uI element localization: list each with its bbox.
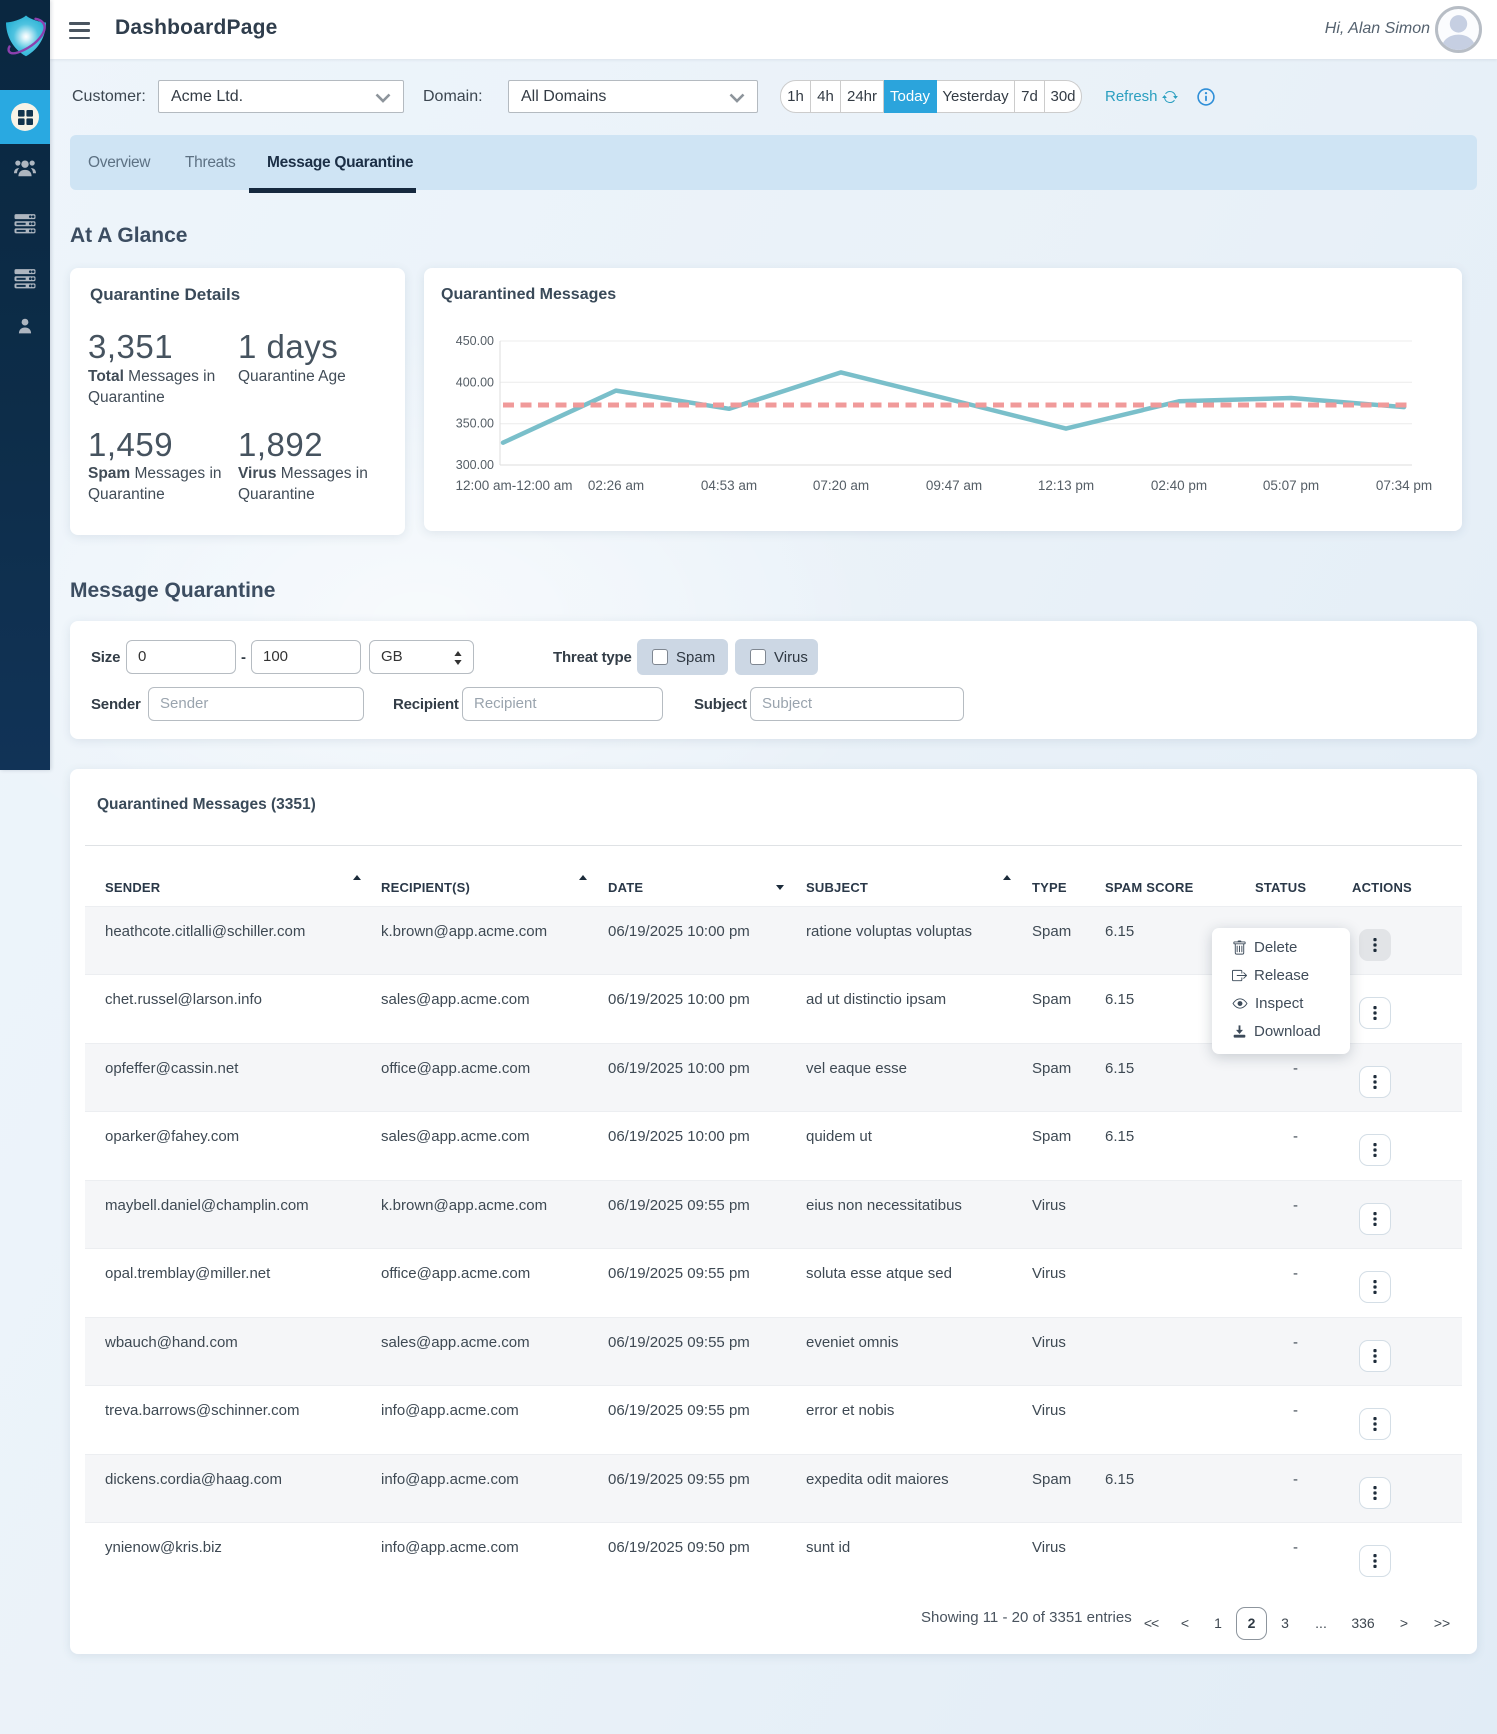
svg-text:02:40 pm: 02:40 pm <box>1151 478 1207 493</box>
svg-text:07:34 pm: 07:34 pm <box>1376 478 1432 493</box>
svg-text:12:13 pm: 12:13 pm <box>1038 478 1094 493</box>
svg-text:09:47 am: 09:47 am <box>926 478 982 493</box>
svg-text:07:20 am: 07:20 am <box>813 478 869 493</box>
svg-text:450.00: 450.00 <box>456 334 494 348</box>
svg-text:02:26 am: 02:26 am <box>588 478 644 493</box>
svg-text:04:53 am: 04:53 am <box>701 478 757 493</box>
svg-text:350.00: 350.00 <box>456 417 494 431</box>
svg-text:05:07 pm: 05:07 pm <box>1263 478 1319 493</box>
svg-text:300.00: 300.00 <box>456 458 494 472</box>
svg-text:12:00 am-12:00 am: 12:00 am-12:00 am <box>455 478 572 493</box>
svg-text:400.00: 400.00 <box>456 375 494 389</box>
